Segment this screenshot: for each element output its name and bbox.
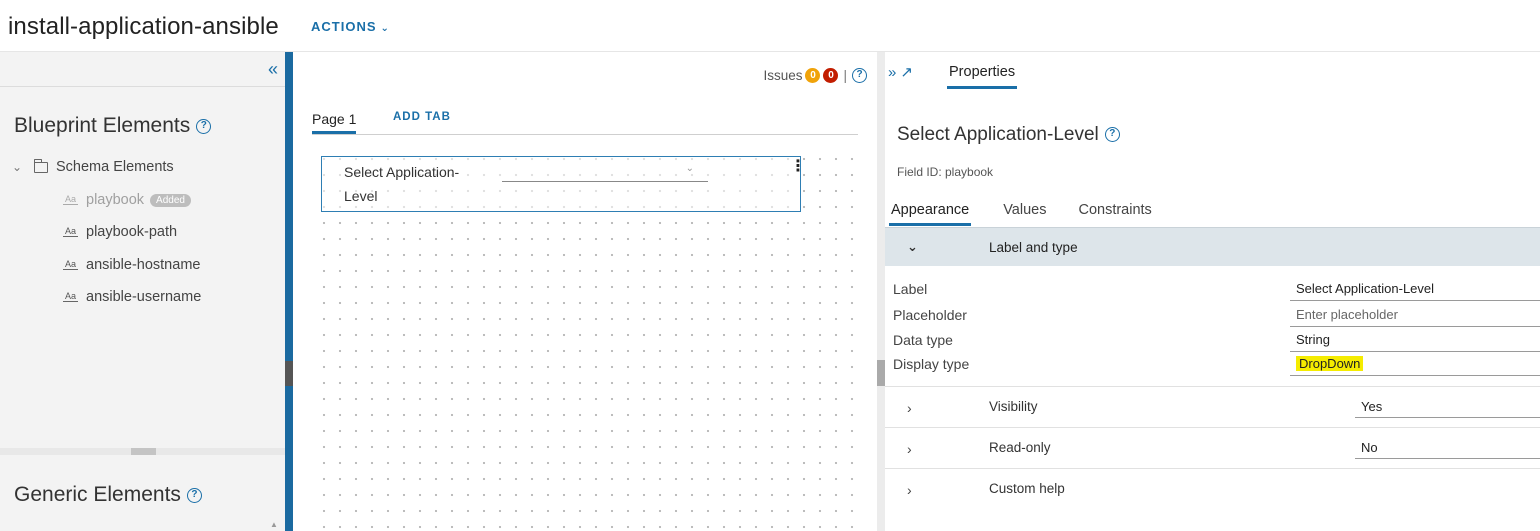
placeholder-input[interactable]: Enter placeholder bbox=[1290, 303, 1540, 327]
schema-item-label: ansible-hostname bbox=[86, 257, 201, 273]
separator: | bbox=[843, 68, 847, 83]
schema-item-label: playbook-path bbox=[86, 224, 178, 240]
label-input[interactable]: Select Application-Level bbox=[1290, 277, 1540, 301]
field-label-line1: Select Application- bbox=[344, 164, 460, 180]
issues-label: Issues bbox=[763, 68, 803, 83]
read-only-section[interactable]: › Read-only No bbox=[885, 427, 1540, 468]
tab-constraints[interactable]: Constraints bbox=[1078, 202, 1151, 226]
tab-page-1[interactable]: Page 1 bbox=[312, 111, 357, 134]
panel-controls: » ↗ bbox=[888, 63, 917, 81]
double-chevron-right-icon[interactable]: » bbox=[888, 64, 896, 81]
text-field-icon: Aa bbox=[63, 259, 78, 270]
properties-sub-tabs: Appearance Values Constraints bbox=[889, 202, 1184, 226]
expand-icon[interactable]: ↗ bbox=[900, 64, 913, 81]
tab-values[interactable]: Values bbox=[1003, 202, 1046, 226]
actions-label: ACTIONS bbox=[311, 19, 377, 34]
schema-item-playbook-path[interactable]: Aa playbook-path bbox=[63, 224, 177, 240]
data-type-row-label: Data type bbox=[893, 332, 953, 348]
chevron-down-icon: ⌄ bbox=[907, 239, 918, 254]
tab-divider bbox=[312, 134, 858, 135]
scrollbar-thumb[interactable] bbox=[131, 448, 156, 455]
label-and-type-section-header[interactable]: ⌄ Label and type bbox=[885, 227, 1540, 266]
warnings-count-badge: 0 bbox=[805, 68, 821, 83]
tab-properties[interactable]: Properties bbox=[947, 64, 1018, 89]
errors-count-badge: 0 bbox=[823, 68, 839, 83]
chevron-down-icon: ⌄ bbox=[685, 163, 694, 174]
scroll-up-icon[interactable]: ▲ bbox=[270, 520, 278, 529]
properties-title-text: Select Application-Level bbox=[897, 124, 1099, 145]
schema-item-label: playbook bbox=[86, 192, 145, 208]
form-field-card[interactable]: Select Application- Level ⌄ ⋮ bbox=[321, 156, 806, 212]
display-type-value: DropDown bbox=[1296, 356, 1364, 371]
schema-item-ansible-username[interactable]: Aa ansible-username bbox=[63, 289, 201, 305]
help-icon[interactable]: ? bbox=[196, 118, 212, 134]
schema-elements-group[interactable]: ⌄ Schema Elements bbox=[12, 158, 174, 175]
display-type-row-label: Display type bbox=[893, 356, 970, 372]
schema-item-playbook[interactable]: Aa playbook Added bbox=[63, 192, 191, 208]
placeholder-row-label: Placeholder bbox=[893, 307, 967, 323]
field-id: Field ID: playbook bbox=[897, 165, 994, 179]
panel-splitter[interactable] bbox=[877, 52, 885, 531]
visibility-section[interactable]: › Visibility Yes bbox=[885, 386, 1540, 427]
label-row-label: Label bbox=[893, 281, 928, 297]
help-icon[interactable]: ? bbox=[852, 68, 867, 83]
section-title: Custom help bbox=[989, 481, 1065, 496]
properties-title: Select Application-Level? bbox=[897, 124, 1120, 146]
read-only-select[interactable]: No bbox=[1355, 435, 1540, 459]
panel-splitter[interactable] bbox=[285, 52, 293, 531]
page-title: install-application-ansible bbox=[8, 13, 279, 40]
added-badge: Added bbox=[150, 193, 191, 207]
folder-icon bbox=[34, 158, 48, 173]
field-label-line2: Level bbox=[344, 188, 378, 204]
blueprint-elements-panel: « Blueprint Elements? ⌄ Schema Elements … bbox=[0, 52, 285, 531]
chevron-right-icon: › bbox=[907, 441, 912, 457]
generic-elements-title: Generic Elements bbox=[14, 483, 181, 506]
section-title: Read-only bbox=[989, 440, 1051, 455]
schema-item-label: ansible-username bbox=[86, 289, 202, 305]
tab-appearance[interactable]: Appearance bbox=[889, 202, 972, 226]
vertical-ellipsis-icon[interactable]: ⋮ bbox=[790, 159, 806, 175]
text-field-icon: Aa bbox=[63, 291, 78, 302]
divider bbox=[0, 86, 285, 87]
actions-button[interactable]: ACTIONS ⌄ bbox=[311, 19, 390, 34]
chevron-right-icon: › bbox=[907, 400, 912, 416]
custom-help-section[interactable]: › Custom help bbox=[885, 468, 1540, 509]
text-field-icon: Aa bbox=[63, 194, 78, 205]
chevron-down-icon: ⌄ bbox=[380, 23, 390, 34]
section-title: Label and type bbox=[989, 240, 1078, 255]
data-type-select[interactable]: String bbox=[1290, 328, 1540, 352]
properties-panel: » ↗ Properties Select Application-Level? … bbox=[885, 52, 1540, 531]
visibility-select[interactable]: Yes bbox=[1355, 394, 1540, 418]
splitter-handle[interactable] bbox=[877, 360, 885, 386]
field-dropdown-preview[interactable]: ⌄ bbox=[502, 163, 708, 182]
blueprint-elements-heading: Blueprint Elements? bbox=[14, 114, 212, 138]
add-tab-button[interactable]: ADD TAB bbox=[393, 111, 451, 123]
app-header: install-application-ansible ACTIONS ⌄ bbox=[0, 0, 1540, 52]
issues-indicator[interactable]: Issues 0 0 | ? bbox=[763, 68, 867, 83]
section-title: Visibility bbox=[989, 399, 1038, 414]
schema-elements-label: Schema Elements bbox=[56, 159, 174, 175]
double-chevron-left-icon[interactable]: « bbox=[268, 60, 278, 78]
form-canvas: Issues 0 0 | ? Page 1 ADD TAB Select App… bbox=[293, 52, 877, 531]
help-icon[interactable]: ? bbox=[1104, 127, 1120, 143]
chevron-down-icon[interactable]: ⌄ bbox=[12, 160, 26, 174]
display-type-select[interactable]: DropDown bbox=[1290, 352, 1540, 376]
generic-elements-heading: Generic Elements? bbox=[14, 483, 202, 507]
horizontal-scrollbar[interactable] bbox=[0, 448, 285, 455]
splitter-handle[interactable] bbox=[285, 361, 293, 386]
blueprint-elements-title: Blueprint Elements bbox=[14, 114, 191, 137]
schema-item-ansible-hostname[interactable]: Aa ansible-hostname bbox=[63, 257, 200, 273]
field-label: Select Application- Level bbox=[344, 160, 484, 208]
text-field-icon: Aa bbox=[63, 226, 78, 237]
help-icon[interactable]: ? bbox=[186, 487, 202, 503]
chevron-right-icon: › bbox=[907, 482, 912, 498]
